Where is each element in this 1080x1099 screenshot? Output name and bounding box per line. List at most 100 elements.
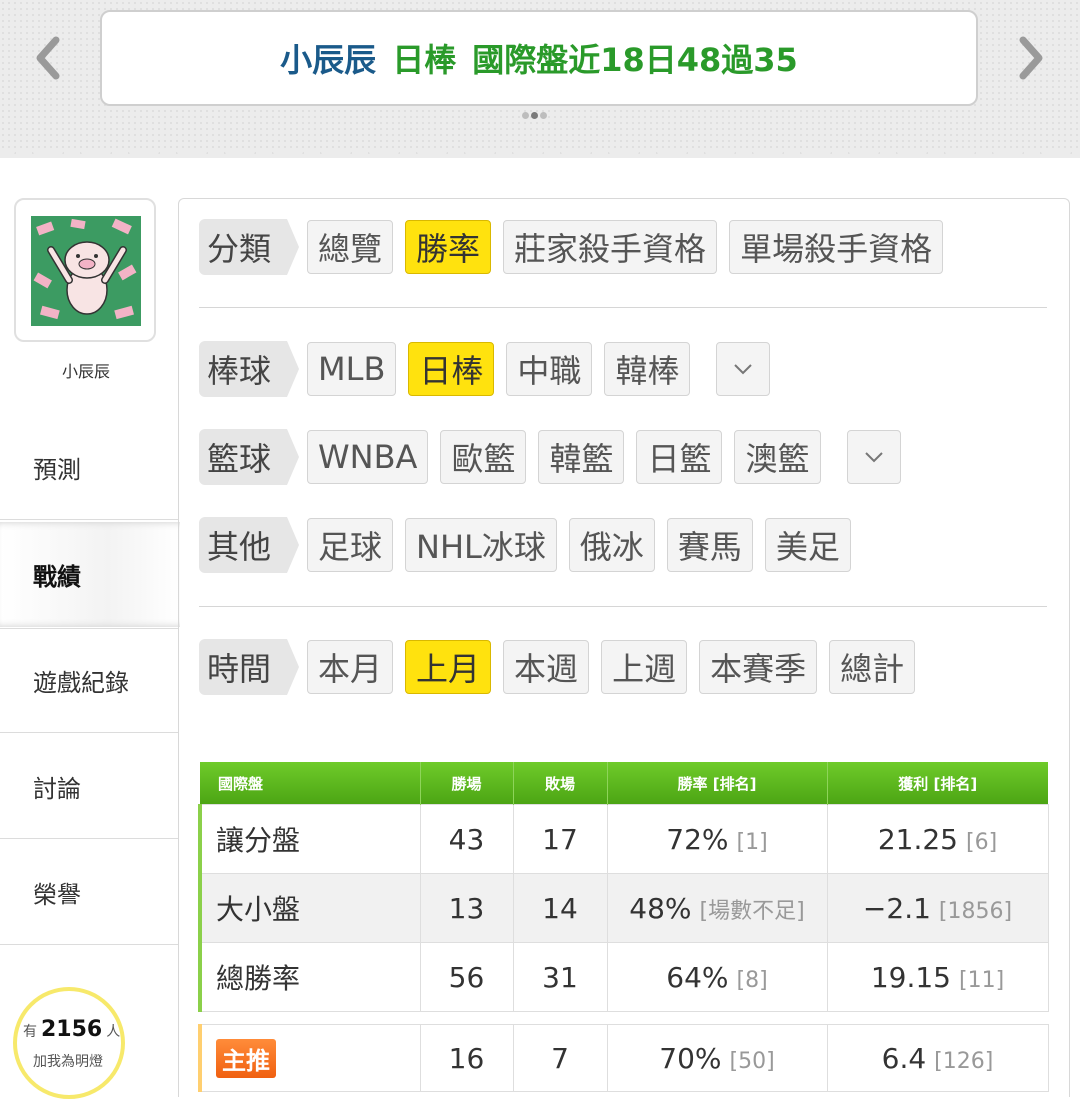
filter-option[interactable]: 足球 [307, 518, 394, 572]
win-rate-rank: [1] [736, 829, 768, 855]
profit-rank: [1856] [938, 898, 1013, 924]
table-header-row: 國際盤 勝場 敗場 勝率 [排名] 獲利 [排名] [200, 762, 1048, 805]
sidebar-item-game-log[interactable]: 遊戲紀錄 [0, 628, 178, 733]
headline-banner[interactable]: 小辰辰 日棒 國際盤近18日48過35 [100, 10, 978, 106]
filter-row-time: 時間 本月 上月 本週 上週 本賽季 總計 [199, 639, 927, 695]
win-count: 16 [419, 1024, 514, 1092]
filter-option[interactable]: 澳籃 [734, 430, 821, 484]
win-rate-cell: 64% [8] [606, 942, 828, 1012]
sidebar-item-predictions[interactable]: 預測 [0, 415, 178, 520]
more-dropdown-button[interactable] [716, 342, 771, 396]
follow-badge[interactable]: 有 2156 人 加我為明燈 [13, 987, 125, 1099]
filter-option[interactable]: 韓籃 [538, 430, 625, 484]
profit: 19.15 [870, 960, 951, 994]
sidebar-item-label: 討論 [33, 774, 81, 803]
sidebar-item-discussion[interactable]: 討論 [0, 734, 178, 839]
filter-option[interactable]: 俄冰 [568, 518, 655, 572]
avatar-frame[interactable] [14, 198, 156, 342]
filter-option[interactable]: 上週 [601, 640, 688, 694]
more-dropdown-button[interactable] [846, 430, 901, 484]
filter-option[interactable]: NHL冰球 [405, 518, 557, 572]
filter-option[interactable]: 本週 [503, 640, 590, 694]
loss-count: 17 [512, 804, 608, 874]
sidebar-item-label: 榮譽 [33, 880, 81, 909]
loss-count: 14 [512, 873, 608, 943]
filter-row-category: 分類 總覽 勝率 莊家殺手資格 單場殺手資格 [199, 219, 955, 275]
column-header: 敗場 [512, 762, 607, 805]
filter-label: 時間 [199, 639, 300, 695]
column-header: 國際盤 [200, 762, 420, 805]
filter-option[interactable]: 美足 [764, 518, 851, 572]
profit-rank: [11] [959, 967, 1005, 993]
win-rate-rank: [50] [729, 1048, 775, 1074]
pig-avatar-icon [31, 216, 141, 326]
filter-label: 分類 [199, 219, 300, 275]
carousel-dot-active [531, 112, 538, 119]
table-row: 讓分盤 43 17 72% [1] 21.25 [6] [198, 804, 1049, 874]
win-count: 13 [419, 873, 514, 943]
sidebar-item-label: 戰績 [33, 563, 81, 591]
filter-option[interactable]: 本賽季 [699, 640, 818, 694]
filter-row-baseball: 棒球 MLB 日棒 中職 韓棒 [199, 341, 771, 397]
sidebar-item-label: 預測 [33, 455, 81, 484]
column-header: 勝場 [419, 762, 513, 805]
profit-cell: −2.1 [1856] [826, 873, 1049, 943]
filter-option[interactable]: 總計 [829, 640, 916, 694]
win-rate-rank: [場數不足] [699, 898, 805, 924]
filter-option[interactable]: 本月 [307, 640, 394, 694]
win-rate-cell: 70% [50] [606, 1024, 828, 1092]
stats-table: 國際盤 勝場 敗場 勝率 [排名] 獲利 [排名] 讓分盤 43 17 72% [… [198, 762, 1049, 1092]
win-rate: 64% [666, 960, 729, 994]
profit: 21.25 [877, 822, 958, 856]
profit-rank: [126] [934, 1048, 994, 1074]
table-row: 大小盤 13 14 48% [場數不足] −2.1 [1856] [198, 873, 1049, 943]
headline-record: 國際盤近18日48過35 [472, 41, 798, 79]
filter-option-selected[interactable]: 上月 [405, 640, 492, 694]
win-rate: 70% [659, 1041, 722, 1075]
filter-row-other: 其他 足球 NHL冰球 俄冰 賽馬 美足 [199, 517, 863, 573]
loss-count: 7 [512, 1024, 608, 1092]
filter-option[interactable]: 日籃 [636, 430, 723, 484]
filter-option[interactable]: 單場殺手資格 [729, 220, 944, 274]
filter-label: 籃球 [199, 429, 300, 485]
sidebar-item-record[interactable]: 戰績 [0, 522, 180, 627]
sidebar: 小辰辰 預測 戰績 遊戲紀錄 討論 榮譽 有 2156 人 加我為明燈 [0, 160, 180, 1099]
divider [199, 606, 1047, 607]
chevron-left-icon [36, 36, 60, 80]
next-arrow-button[interactable] [1012, 28, 1052, 88]
filter-option[interactable]: 韓棒 [604, 342, 691, 396]
profit-cell: 19.15 [11] [826, 942, 1049, 1012]
filter-option[interactable]: 總覽 [307, 220, 394, 274]
sidebar-item-honors[interactable]: 榮譽 [0, 840, 178, 945]
filter-option[interactable]: 莊家殺手資格 [503, 220, 718, 274]
filter-option-selected[interactable]: 日棒 [408, 342, 495, 396]
filter-option-selected[interactable]: 勝率 [405, 220, 492, 274]
username-label: 小辰辰 [61, 362, 110, 381]
filter-option[interactable]: MLB [307, 342, 397, 396]
column-header: 勝率 [排名] [606, 762, 827, 805]
chevron-right-icon [1019, 36, 1043, 80]
profit-cell: 6.4 [126] [826, 1024, 1049, 1092]
profit: −2.1 [862, 891, 931, 925]
follower-count: 有 2156 人 [23, 1017, 120, 1042]
filter-option[interactable]: 歐籃 [440, 430, 527, 484]
chevron-down-icon [734, 364, 753, 375]
chevron-down-icon [864, 452, 883, 463]
win-rate: 48% [629, 891, 692, 925]
win-count: 43 [419, 804, 514, 874]
filter-row-basketball: 籃球 WNBA 歐籃 韓籃 日籃 澳籃 [199, 429, 901, 485]
carousel-dots [522, 112, 547, 119]
filter-label: 棒球 [199, 341, 300, 397]
row-label: 總勝率 [198, 942, 421, 1012]
prev-arrow-button[interactable] [27, 28, 67, 88]
filter-option[interactable]: 中職 [506, 342, 593, 396]
follower-prefix: 有 [23, 1024, 37, 1040]
win-count: 56 [419, 942, 514, 1012]
filter-option[interactable]: 賽馬 [666, 518, 753, 572]
win-rate: 72% [666, 822, 729, 856]
table-row: 總勝率 56 31 64% [8] 19.15 [11] [198, 942, 1049, 1012]
filter-option[interactable]: WNBA [307, 430, 429, 484]
sidebar-item-label: 遊戲紀錄 [33, 669, 129, 697]
row-label: 讓分盤 [198, 804, 421, 874]
carousel-dot [522, 112, 529, 119]
